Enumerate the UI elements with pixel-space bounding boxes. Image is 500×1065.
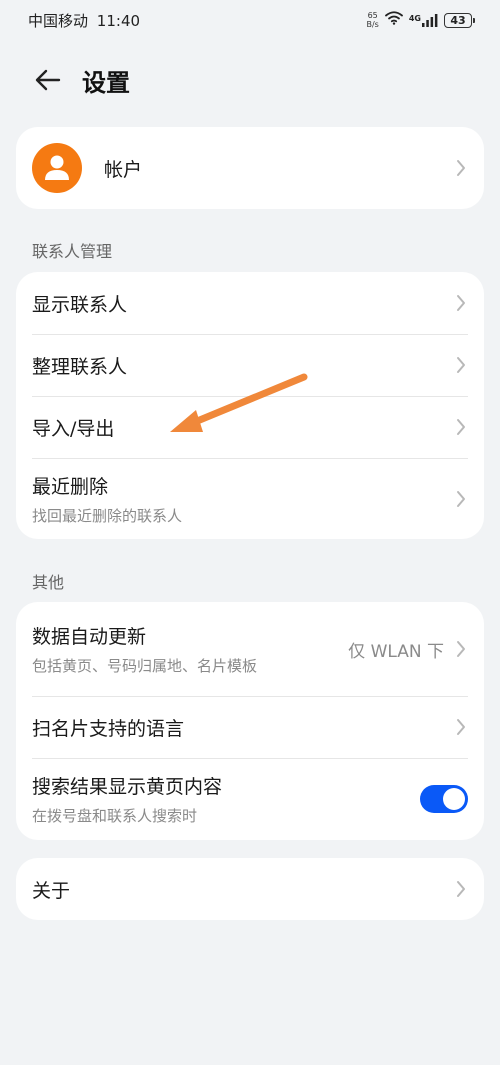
status-bar: 中国移动 11:40 65 B/s 4G 43 <box>0 0 500 40</box>
status-right: 65 B/s 4G 43 <box>367 11 475 29</box>
row-subtitle: 找回最近删除的联系人 <box>32 506 183 525</box>
network-type: 4G <box>408 13 421 23</box>
back-arrow-icon <box>35 69 61 91</box>
row-text: 扫名片支持的语言 <box>32 714 454 741</box>
signal-icon: 4G <box>408 13 438 27</box>
row-text: 数据自动更新 包括黄页、号码归属地、名片模板 <box>32 622 348 676</box>
chevron-right-icon <box>454 158 468 178</box>
organize-contacts-row[interactable]: 整理联系人 <box>16 334 484 396</box>
chevron-right-icon <box>454 717 468 737</box>
chevron-right-icon <box>454 489 468 509</box>
chevron-right-icon <box>454 879 468 899</box>
about-card: 关于 <box>16 858 484 920</box>
row-title: 导入/导出 <box>32 417 115 440</box>
account-card: 帐户 <box>16 127 484 209</box>
page-header: 设置 <box>0 55 500 105</box>
row-subtitle: 在拨号盘和联系人搜索时 <box>32 807 198 825</box>
back-button[interactable] <box>28 60 68 100</box>
row-title: 显示联系人 <box>32 293 128 316</box>
other-section-label: 其他 <box>32 573 65 592</box>
contacts-section-label: 联系人管理 <box>32 242 113 261</box>
chevron-right-icon <box>454 355 468 375</box>
chevron-right-icon <box>454 639 468 659</box>
account-label: 帐户 <box>104 158 143 181</box>
row-text: 最近删除 找回最近删除的联系人 <box>32 472 454 526</box>
person-icon <box>45 155 69 180</box>
auto-update-row[interactable]: 数据自动更新 包括黄页、号码归属地、名片模板 仅 WLAN 下 <box>16 602 484 696</box>
yellow-pages-search-row: 搜索结果显示黄页内容 在拨号盘和联系人搜索时 <box>16 758 484 840</box>
row-text: 导入/导出 <box>32 414 454 441</box>
row-text: 关于 <box>32 876 454 903</box>
display-contacts-row[interactable]: 显示联系人 <box>16 272 484 334</box>
contacts-card: 显示联系人 整理联系人 导入/导出 最近删除 找回最近删除的联系人 <box>16 272 484 539</box>
page-title: 设置 <box>82 68 130 97</box>
carrier-name: 中国移动 <box>28 11 89 30</box>
card-scan-language-row[interactable]: 扫名片支持的语言 <box>16 696 484 758</box>
about-row[interactable]: 关于 <box>16 858 484 920</box>
avatar <box>32 143 82 193</box>
other-card: 数据自动更新 包括黄页、号码归属地、名片模板 仅 WLAN 下 扫名片支持的语言… <box>16 602 484 840</box>
net-speed-unit: B/s <box>366 20 379 29</box>
row-title: 数据自动更新 <box>32 626 147 648</box>
row-title: 搜索结果显示黄页内容 <box>32 776 223 798</box>
row-title: 扫名片支持的语言 <box>32 717 185 740</box>
account-row[interactable]: 帐户 <box>16 127 484 209</box>
row-title: 关于 <box>32 879 71 902</box>
battery-indicator: 43 <box>444 12 475 28</box>
row-text: 显示联系人 <box>32 290 454 317</box>
row-subtitle: 包括黄页、号码归属地、名片模板 <box>32 657 258 675</box>
toggle-knob <box>443 788 465 810</box>
net-speed: 65 B/s <box>367 11 379 29</box>
clock: 11:40 <box>96 11 141 30</box>
recently-deleted-row[interactable]: 最近删除 找回最近删除的联系人 <box>16 458 484 539</box>
auto-update-value: 仅 WLAN 下 <box>348 641 444 662</box>
row-text: 搜索结果显示黄页内容 在拨号盘和联系人搜索时 <box>32 772 420 826</box>
yellow-pages-toggle[interactable] <box>420 785 468 813</box>
import-export-row[interactable]: 导入/导出 <box>16 396 484 458</box>
wifi-icon <box>384 11 403 29</box>
chevron-right-icon <box>454 417 468 437</box>
account-text: 帐户 <box>104 155 454 182</box>
chevron-right-icon <box>454 293 468 313</box>
row-text: 整理联系人 <box>32 352 454 379</box>
row-title: 最近删除 <box>32 475 109 498</box>
net-speed-value: 65 <box>367 11 378 20</box>
row-title: 整理联系人 <box>32 355 128 378</box>
status-left: 中国移动 11:40 <box>28 10 140 31</box>
